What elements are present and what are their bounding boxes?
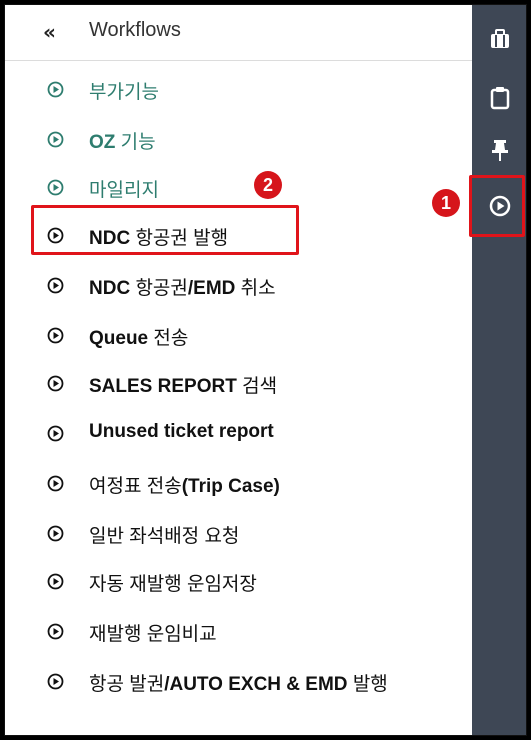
collapse-panel-button[interactable]: «: [43, 21, 65, 43]
label-part: 항공권: [130, 278, 188, 299]
briefcase-icon: [491, 29, 509, 48]
label-part: 검색: [236, 376, 278, 397]
label-part: Unused ticket report: [89, 421, 274, 442]
workflow-item[interactable]: OZ 기능: [5, 117, 472, 165]
panel-header: « Workflows: [5, 5, 472, 61]
workflow-item[interactable]: 항공 발권/AUTO EXCH & EMD 발행: [5, 659, 472, 707]
workflow-item[interactable]: 자동 재발행 운임저장: [5, 559, 472, 607]
play-circle-icon: [47, 673, 64, 690]
label-part: /EMD: [187, 278, 236, 299]
play-circle-icon: [47, 327, 64, 344]
workflows-window: « Workflows 부가기능 OZ 기능마일리지 NDC 항공권 발행 NDC 항…: [4, 4, 527, 736]
highlight-box-item: [31, 205, 299, 255]
workflow-item-label: Unused ticket report: [89, 421, 274, 443]
workflow-item-label: 자동 재발행 운임저장: [89, 569, 257, 596]
workflow-item[interactable]: NDC 항공권/EMD 취소: [5, 263, 472, 311]
play-circle-icon: [47, 525, 64, 542]
label-part: 마일리지: [89, 180, 159, 201]
play-circle-icon: [47, 573, 64, 590]
label-part: 일반 좌석배정 요청: [89, 526, 240, 547]
workflow-item-label: Queue 전송: [89, 323, 188, 350]
workflow-item-label: 항공 발권/AUTO EXCH & EMD 발행: [89, 669, 388, 696]
play-circle-icon: [47, 375, 64, 392]
workflows-panel: « Workflows 부가기능 OZ 기능마일리지 NDC 항공권 발행 NDC 항…: [5, 5, 472, 735]
play-circle-icon: [47, 131, 64, 148]
workflow-item[interactable]: 일반 좌석배정 요청: [5, 511, 472, 559]
workflow-item[interactable]: 부가기능: [5, 67, 472, 115]
panel-title: Workflows: [89, 19, 181, 41]
label-part: /AUTO EXCH & EMD: [164, 674, 348, 695]
label-part: OZ: [89, 132, 116, 153]
label-part: 취소: [235, 278, 276, 299]
workflow-item-label: OZ 기능: [89, 127, 156, 154]
play-circle-icon: [47, 81, 64, 98]
clipboard-button[interactable]: [485, 83, 515, 113]
play-circle-icon: [47, 623, 64, 640]
label-part: 기능: [115, 132, 156, 153]
workflow-item-label: 부가기능: [89, 77, 159, 104]
workflow-item[interactable]: 여정표 전송(Trip Case): [5, 461, 472, 509]
label-part: 여정표 전송: [89, 476, 182, 497]
workflow-item-label: 재발행 운임비교: [89, 619, 217, 646]
workflow-item-label: 일반 좌석배정 요청: [89, 521, 239, 548]
right-toolbar: [473, 5, 527, 735]
highlight-box-sidebar: [469, 175, 525, 237]
pin-button[interactable]: [485, 135, 515, 165]
label-part: 부가기능: [89, 82, 159, 103]
play-circle-icon: [47, 179, 64, 196]
briefcase-button[interactable]: [485, 25, 515, 55]
pin-icon: [492, 140, 508, 161]
annotation-badge-1: 1: [432, 189, 460, 217]
label-part: Queue: [89, 328, 149, 349]
label-part: 자동 재발행 운임저장: [89, 574, 257, 595]
play-circle-icon: [47, 425, 64, 442]
workflow-item[interactable]: Unused ticket report: [5, 411, 472, 459]
label-part: (Trip Case): [181, 476, 280, 497]
label-part: SALES REPORT: [89, 376, 237, 397]
label-part: 항공 발권: [89, 674, 165, 695]
label-part: 발행: [347, 674, 388, 695]
clipboard-icon: [490, 87, 510, 110]
workflow-item[interactable]: SALES REPORT 검색: [5, 361, 472, 409]
label-part: NDC: [89, 278, 131, 299]
play-circle-icon: [47, 475, 64, 492]
label-part: 전송: [148, 328, 189, 349]
play-circle-icon: [47, 277, 64, 294]
workflow-item[interactable]: 재발행 운임비교: [5, 609, 472, 657]
workflow-item[interactable]: Queue 전송: [5, 313, 472, 361]
workflow-item-label: 마일리지: [89, 175, 159, 202]
workflow-item-label: NDC 항공권/EMD 취소: [89, 273, 276, 300]
annotation-badge-2: 2: [254, 171, 282, 199]
label-part: 재발행 운임비교: [89, 624, 217, 645]
workflow-item-label: 여정표 전송(Trip Case): [89, 471, 280, 498]
workflow-item-label: SALES REPORT 검색: [89, 371, 277, 398]
